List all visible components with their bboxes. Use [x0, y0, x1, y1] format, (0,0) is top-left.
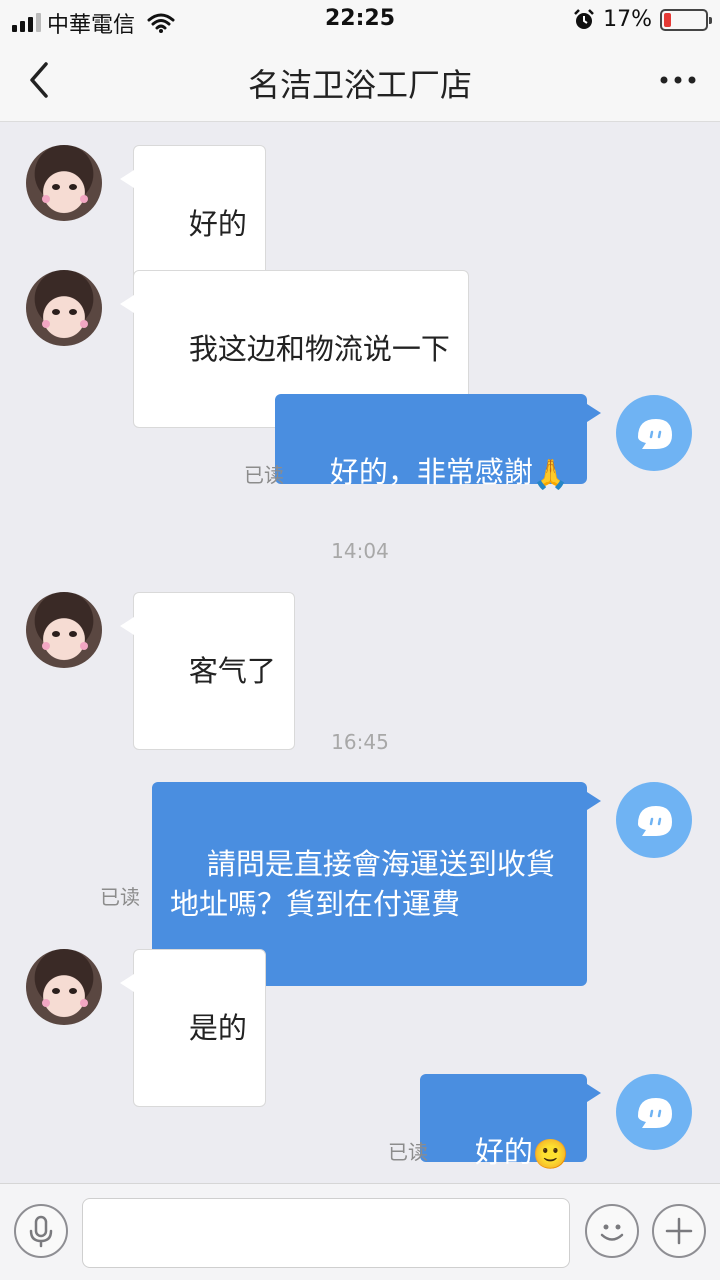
self-avatar[interactable]: [616, 395, 692, 471]
message-text: 請問是直接會海運送到收貨地址嗎？貨到在付運費: [170, 847, 555, 921]
contact-avatar-image: [42, 184, 88, 203]
contact-avatar-image: [42, 631, 88, 650]
status-right: 17%: [573, 7, 712, 32]
self-avatar-image: [638, 419, 672, 449]
battery-level-fill: [664, 12, 671, 27]
message-text: 好的，非常感謝: [329, 455, 533, 489]
timestamp: 14:04: [331, 539, 389, 563]
read-receipt: 已读: [100, 885, 140, 909]
outgoing-message-bubble[interactable]: 好的🙂: [420, 1074, 601, 1171]
more-options-button[interactable]: [658, 68, 698, 92]
smiley-emoji: 🙂: [532, 1137, 569, 1171]
contact-avatar-image: [42, 309, 88, 328]
message-text: 我这边和物流说一下: [188, 332, 450, 366]
microphone-icon: [29, 1215, 53, 1248]
read-receipt: 已读: [244, 463, 284, 487]
add-attachment-button[interactable]: [652, 1204, 706, 1258]
contact-avatar[interactable]: [26, 949, 102, 1025]
self-avatar[interactable]: [616, 782, 692, 858]
emoji-button[interactable]: [585, 1204, 639, 1258]
page-title: 名洁卫浴工厂店: [247, 66, 472, 104]
chat-header: 名洁卫浴工厂店: [0, 40, 720, 122]
plus-icon: [665, 1217, 693, 1245]
message-text: 客气了: [188, 654, 276, 688]
self-avatar[interactable]: [616, 1074, 692, 1150]
contact-avatar[interactable]: [26, 145, 102, 221]
folded-hands-emoji: 🙏: [532, 457, 569, 491]
battery-icon: [660, 8, 712, 31]
message-text: 好的: [188, 207, 247, 241]
incoming-message-bubble[interactable]: 客气了: [120, 592, 295, 750]
battery-percent: 17%: [603, 7, 652, 32]
outgoing-message-bubble[interactable]: 好的，非常感謝🙏: [275, 394, 601, 491]
message-input-bar: [0, 1183, 720, 1280]
contact-avatar[interactable]: [26, 270, 102, 346]
voice-input-button[interactable]: [14, 1204, 68, 1258]
message-text: 好的: [474, 1135, 533, 1169]
status-bar: 中華電信 22:25 17%: [0, 0, 720, 40]
self-avatar-image: [638, 806, 672, 836]
contact-avatar-image: [42, 988, 88, 1007]
incoming-message-bubble[interactable]: 是的: [120, 949, 266, 1107]
smiley-icon: [600, 1224, 624, 1241]
read-receipt: 已读: [388, 1140, 428, 1164]
self-avatar-image: [638, 1098, 672, 1128]
message-text: 是的: [188, 1011, 247, 1045]
chat-message-list[interactable]: 好的 我这边和物流说一下 好的，非常感謝🙏 已读 14:04 客气了 16:45: [0, 123, 720, 1183]
timestamp: 16:45: [331, 730, 389, 754]
message-input[interactable]: [82, 1198, 570, 1268]
alarm-clock-icon: [574, 8, 594, 29]
contact-avatar[interactable]: [26, 592, 102, 668]
